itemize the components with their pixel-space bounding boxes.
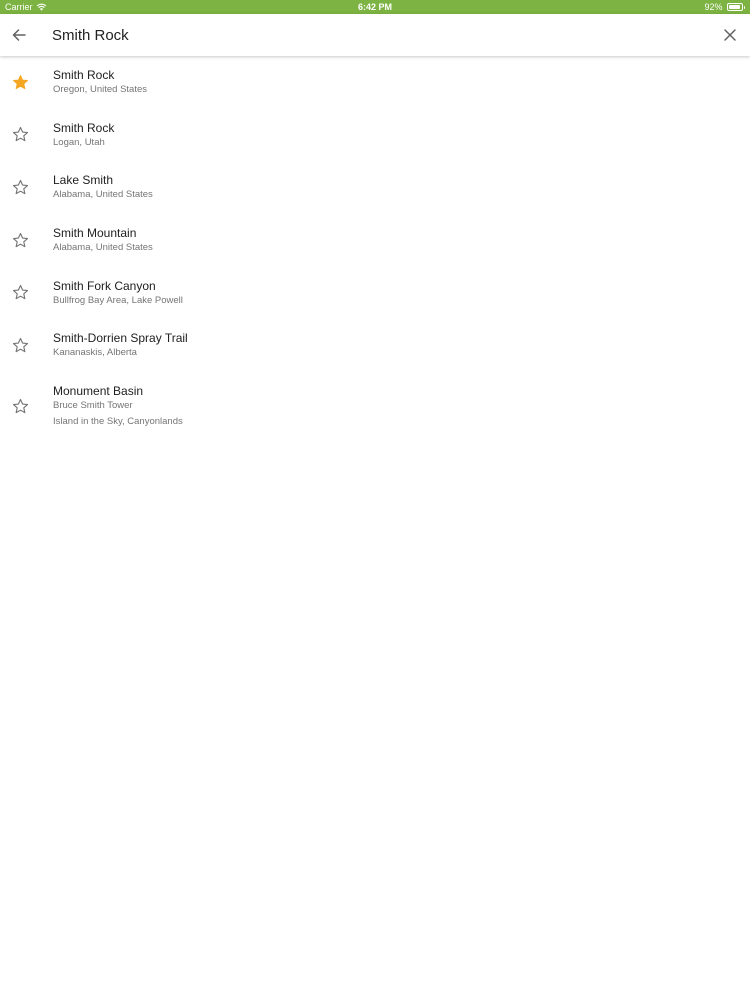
battery-tip	[743, 5, 745, 9]
favorite-button[interactable]	[11, 178, 29, 196]
result-title: Smith Fork Canyon	[53, 278, 156, 293]
star-filled-icon	[12, 74, 28, 89]
star-outline-icon	[12, 337, 28, 353]
search-input[interactable]	[52, 22, 692, 48]
result-text: Smith Rock Logan, Utah	[53, 121, 730, 149]
result-subtitle: Logan, Utah	[53, 136, 105, 148]
result-text: Monument Basin Bruce Smith Tower Island …	[53, 384, 730, 428]
star-outline-icon	[12, 398, 28, 413]
favorite-button[interactable]	[11, 336, 29, 354]
result-subtitle: Alabama, United States	[53, 242, 153, 254]
result-text: Smith Mountain Alabama, United States	[53, 226, 730, 254]
result-item[interactable]: Smith Rock Oregon, United States	[0, 56, 750, 109]
result-item[interactable]: Smith Fork Canyon Bullfrog Bay Area, Lak…	[0, 267, 750, 320]
battery-fill	[728, 5, 740, 9]
star-outline-icon	[12, 179, 28, 195]
result-title: Smith Rock	[53, 120, 115, 135]
star-outline-icon	[12, 127, 28, 142]
result-title: Smith Rock	[53, 68, 115, 82]
results-list: Smith Rock Oregon, United States Smith R…	[0, 56, 750, 442]
favorite-button[interactable]	[11, 126, 29, 144]
result-title: Smith-Dorrien Spray Trail	[53, 331, 188, 346]
result-item[interactable]: Lake Smith Alabama, United States	[0, 161, 750, 214]
arrow-left-icon	[12, 29, 26, 41]
result-text: Smith-Dorrien Spray Trail Kananaskis, Al…	[53, 331, 730, 359]
battery-percentage: 92%	[704, 2, 723, 12]
result-text: Smith Rock Oregon, United States	[53, 68, 730, 96]
result-title: Lake Smith	[53, 173, 114, 188]
battery-body	[726, 3, 743, 11]
favorite-button[interactable]	[11, 397, 29, 415]
result-title: Monument Basin	[53, 384, 144, 399]
result-subtitle: Oregon, United States	[53, 84, 147, 95]
result-item[interactable]: Monument Basin Bruce Smith Tower Island …	[0, 372, 750, 442]
favorite-button[interactable]	[11, 73, 29, 91]
star-outline-icon	[12, 232, 28, 247]
back-button[interactable]	[9, 25, 29, 45]
favorite-button[interactable]	[11, 231, 29, 249]
result-subtitle: Bruce Smith Tower	[53, 400, 133, 412]
star-outline-icon	[12, 285, 28, 300]
result-text: Lake Smith Alabama, United States	[53, 173, 730, 201]
result-text: Smith Fork Canyon Bullfrog Bay Area, Lak…	[53, 279, 730, 307]
result-subtitle: Kananaskis, Alberta	[53, 347, 137, 359]
result-subtitle: Alabama, United States	[53, 189, 153, 201]
status-right: 92%	[704, 0, 745, 14]
result-subtitle: Bullfrog Bay Area, Lake Powell	[53, 294, 183, 306]
result-item[interactable]: Smith Rock Logan, Utah	[0, 109, 750, 162]
status-time: 6:42 PM	[357, 2, 392, 12]
result-subtitle-secondary: Island in the Sky, Canyonlands	[53, 415, 183, 427]
search-header	[0, 14, 750, 56]
close-icon	[724, 29, 736, 41]
result-item[interactable]: Smith-Dorrien Spray Trail Kananaskis, Al…	[0, 319, 750, 372]
result-title: Smith Mountain	[53, 226, 137, 241]
battery-icon	[726, 3, 745, 11]
clear-search-button[interactable]	[720, 25, 740, 45]
status-bar: Carrier 6:42 PM 92%	[0, 0, 750, 14]
favorite-button[interactable]	[11, 284, 29, 302]
result-item[interactable]: Smith Mountain Alabama, United States	[0, 214, 750, 267]
